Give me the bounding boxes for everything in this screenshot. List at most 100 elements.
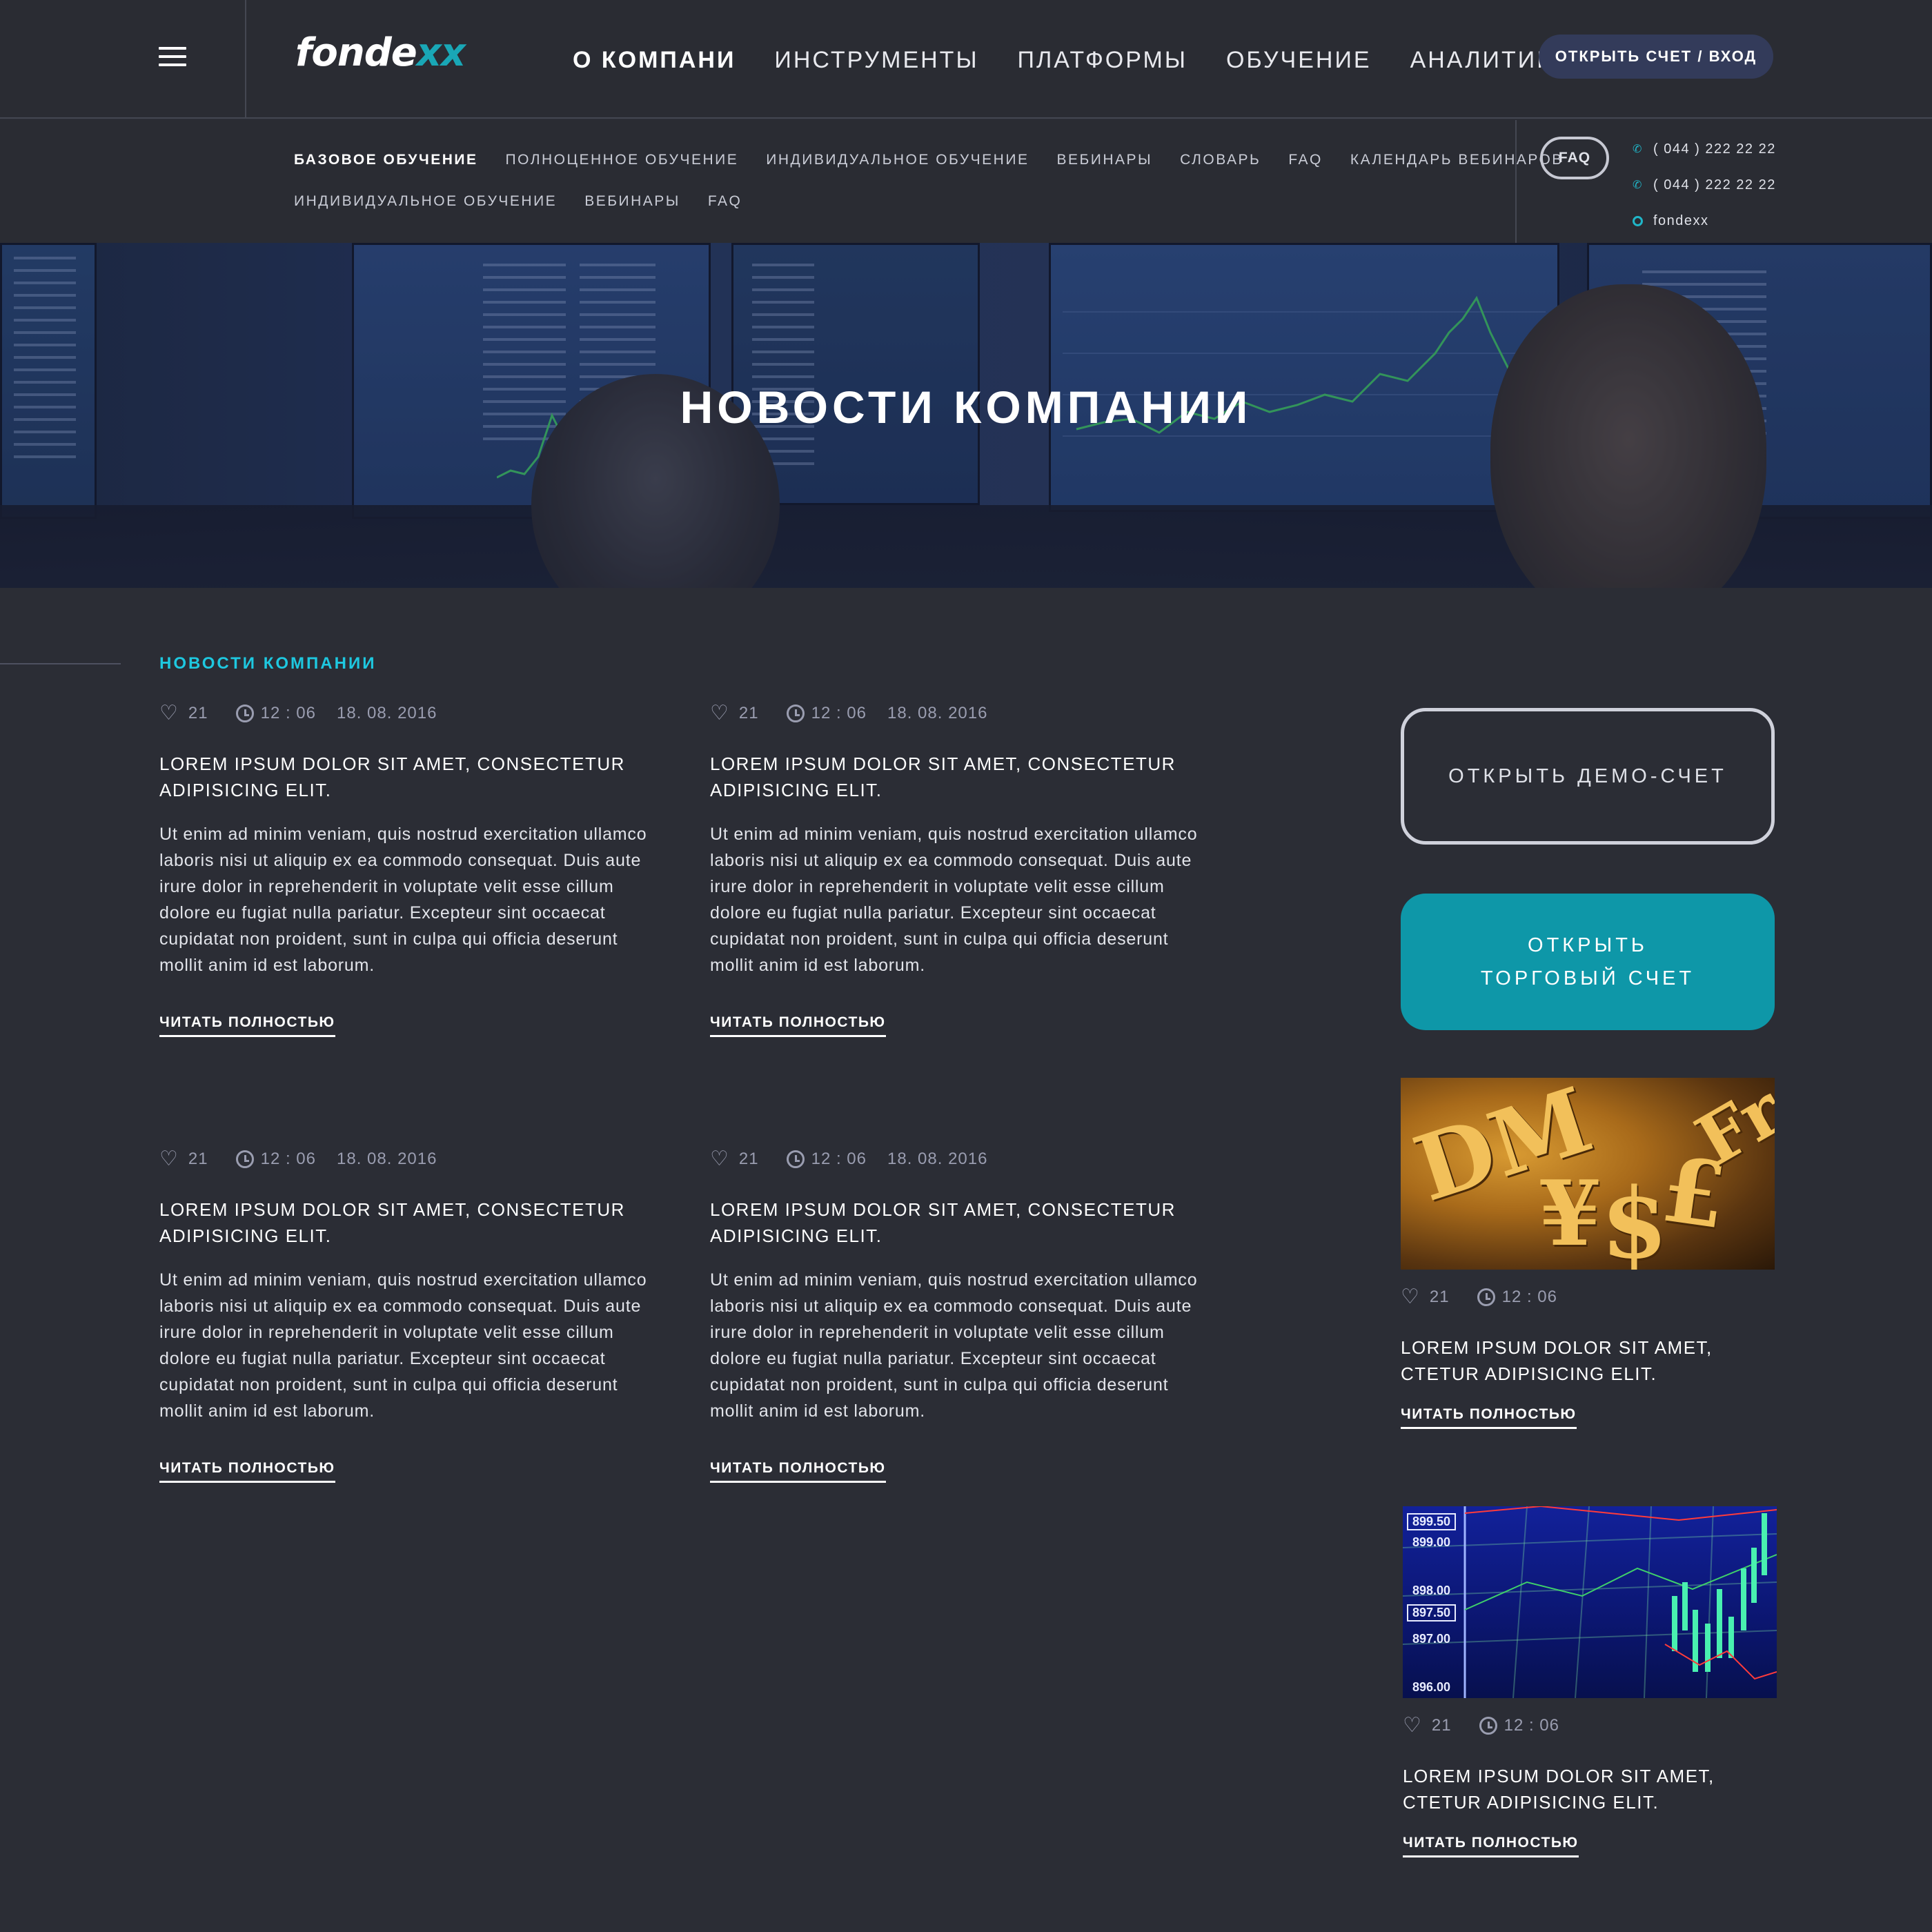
article-card: ♡ 21 12 : 06 18. 08. 2016 LOREM IPSUM DO… bbox=[710, 701, 1207, 1037]
subnav-webinars[interactable]: ВЕБИНАРЫ bbox=[1056, 152, 1152, 168]
subnav-webinar-calendar[interactable]: КАЛЕНДАРЬ ВЕБИНАРОВ bbox=[1350, 152, 1564, 168]
likes-count: 21 bbox=[188, 1150, 208, 1168]
card-time: 12 : 06 bbox=[1504, 1716, 1560, 1735]
phone-icon: ✆ bbox=[1633, 179, 1643, 191]
subnav-individual-education-2[interactable]: ИНДИВИДУАЛЬНОЕ ОБУЧЕНИЕ bbox=[294, 193, 557, 210]
sidebar-news-card: DM ¥ $ £ Fr ♡ 21 12 : 06 LOREM IPSUM DOL… bbox=[1401, 1078, 1775, 1429]
main-nav: О КОМПАНИ ИНСТРУМЕНТЫ ПЛАТФОРМЫ ОБУЧЕНИЕ… bbox=[573, 43, 1609, 77]
heart-icon[interactable]: ♡ bbox=[710, 1149, 729, 1170]
chart-price-label: 897.00 bbox=[1412, 1632, 1451, 1646]
chart-price-label: 899.50 bbox=[1407, 1513, 1457, 1530]
phone-2[interactable]: ✆ ( 044 ) 222 22 22 bbox=[1633, 167, 1776, 203]
read-more-link[interactable]: ЧИТАТЬ ПОЛНОСТЬЮ bbox=[710, 1014, 886, 1037]
heart-icon[interactable]: ♡ bbox=[159, 1149, 179, 1170]
read-more-link[interactable]: ЧИТАТЬ ПОЛНОСТЬЮ bbox=[159, 1460, 335, 1483]
contacts: ✆ ( 044 ) 222 22 22 ✆ ( 044 ) 222 22 22 … bbox=[1633, 131, 1776, 239]
article-card: ♡ 21 12 : 06 18. 08. 2016 LOREM IPSUM DO… bbox=[159, 701, 656, 1037]
article-meta: ♡ 21 12 : 06 18. 08. 2016 bbox=[159, 701, 656, 726]
card-title[interactable]: LOREM IPSUM DOLOR SIT AMET, CTETUR ADIPI… bbox=[1401, 1334, 1775, 1387]
stock-chart-image[interactable]: 899.50 899.00 898.00 897.50 897.00 896.0… bbox=[1403, 1506, 1777, 1698]
logo-text-main: fonde bbox=[295, 30, 417, 75]
article-title[interactable]: LOREM IPSUM DOLOR SIT AMET, CONSECTETUR … bbox=[159, 1196, 656, 1249]
card-title[interactable]: LOREM IPSUM DOLOR SIT AMET, CTETUR ADIPI… bbox=[1403, 1763, 1777, 1815]
heart-icon[interactable]: ♡ bbox=[1401, 1287, 1420, 1308]
phone-1[interactable]: ✆ ( 044 ) 222 22 22 bbox=[1633, 131, 1776, 167]
clock-icon bbox=[786, 704, 805, 722]
chart-price-label: 896.00 bbox=[1412, 1680, 1451, 1694]
article-text: Ut enim ad minim veniam, quis nostrud ex… bbox=[159, 825, 647, 975]
card-time: 12 : 06 bbox=[1501, 1288, 1558, 1306]
article-card: ♡ 21 12 : 06 18. 08. 2016 LOREM IPSUM DO… bbox=[159, 1147, 656, 1483]
open-account-login-button[interactable]: ОТКРЫТЬ СЧЕТ / ВХОД bbox=[1539, 34, 1773, 79]
heart-icon[interactable]: ♡ bbox=[710, 703, 729, 724]
hero-banner: НОВОСТИ КОМПАНИИ bbox=[0, 243, 1932, 588]
article-meta: ♡ 21 12 : 06 18. 08. 2016 bbox=[710, 1147, 1207, 1172]
subnav-row-2: ИНДИВИДУАЛЬНОЕ ОБУЧЕНИЕ ВЕБИНАРЫ FAQ bbox=[294, 193, 769, 210]
nav-item-instruments[interactable]: ИНСТРУМЕНТЫ bbox=[774, 47, 978, 74]
article-text: Ut enim ad minim veniam, quis nostrud ex… bbox=[710, 1270, 1198, 1421]
chart-price-label: 897.50 bbox=[1407, 1604, 1457, 1621]
subnav-faq-2[interactable]: FAQ bbox=[708, 193, 742, 210]
article-meta: ♡ 21 12 : 06 18. 08. 2016 bbox=[710, 701, 1207, 726]
nav-item-education[interactable]: ОБУЧЕНИЕ bbox=[1226, 47, 1372, 74]
subnav-webinars-2[interactable]: ВЕБИНАРЫ bbox=[584, 193, 680, 210]
article-meta: ♡ 21 12 : 06 18. 08. 2016 bbox=[159, 1147, 656, 1172]
read-more-link[interactable]: ЧИТАТЬ ПОЛНОСТЬЮ bbox=[1403, 1835, 1579, 1857]
article-title[interactable]: LOREM IPSUM DOLOR SIT AMET, CONSECTETUR … bbox=[710, 751, 1207, 803]
nav-item-platforms[interactable]: ПЛАТФОРМЫ bbox=[1018, 47, 1187, 74]
read-more-link[interactable]: ЧИТАТЬ ПОЛНОСТЬЮ bbox=[1401, 1406, 1577, 1429]
subnav-basic-education[interactable]: БАЗОВОЕ ОБУЧЕНИЕ bbox=[294, 152, 478, 168]
trade-button-line-2: ТОРГОВЫЙ СЧЕТ bbox=[1480, 967, 1695, 989]
nav-item-company[interactable]: О КОМПАНИ bbox=[573, 47, 736, 74]
subnav-individual-education[interactable]: ИНДИВИДУАЛЬНОЕ ОБУЧЕНИЕ bbox=[766, 152, 1029, 168]
likes-count: 21 bbox=[188, 704, 208, 722]
header-divider bbox=[245, 0, 246, 119]
article-time: 12 : 06 bbox=[811, 1150, 867, 1168]
hero-title: НОВОСТИ КОМПАНИИ bbox=[680, 382, 1252, 433]
open-demo-account-button[interactable]: ОТКРЫТЬ ДЕМО-СЧЕТ bbox=[1401, 708, 1775, 845]
trade-button-line-1: ОТКРЫТЬ bbox=[1528, 934, 1648, 956]
subheader-divider bbox=[1515, 120, 1517, 243]
article-date: 18. 08. 2016 bbox=[887, 1150, 988, 1168]
card-meta: ♡ 21 12 : 06 bbox=[1403, 1713, 1777, 1738]
skype-contact[interactable]: fondexx bbox=[1633, 203, 1776, 239]
top-header: fondexx О КОМПАНИ ИНСТРУМЕНТЫ ПЛАТФОРМЫ … bbox=[0, 0, 1932, 119]
subnav-full-education[interactable]: ПОЛНОЦЕННОЕ ОБУЧЕНИЕ bbox=[506, 152, 739, 168]
article-time: 12 : 06 bbox=[260, 1150, 317, 1168]
article-text: Ut enim ad minim veniam, quis nostrud ex… bbox=[710, 825, 1198, 975]
subnav-row-1: БАЗОВОЕ ОБУЧЕНИЕ ПОЛНОЦЕННОЕ ОБУЧЕНИЕ ИН… bbox=[294, 152, 1591, 168]
clock-icon bbox=[235, 1150, 254, 1168]
article-time: 12 : 06 bbox=[811, 704, 867, 722]
skype-icon bbox=[1633, 215, 1643, 226]
article-date: 18. 08. 2016 bbox=[887, 704, 988, 722]
subnav-glossary[interactable]: СЛОВАРЬ bbox=[1180, 152, 1261, 168]
faq-button[interactable]: FAQ bbox=[1540, 137, 1609, 179]
stock-chart-graphic bbox=[1403, 1506, 1777, 1698]
read-more-link[interactable]: ЧИТАТЬ ПОЛНОСТЬЮ bbox=[159, 1014, 335, 1037]
phone-1-text: ( 044 ) 222 22 22 bbox=[1653, 141, 1776, 157]
clock-icon bbox=[235, 704, 254, 722]
article-date: 18. 08. 2016 bbox=[337, 1150, 437, 1168]
currency-image[interactable]: DM ¥ $ £ Fr bbox=[1401, 1078, 1775, 1270]
article-text: Ut enim ad minim veniam, quis nostrud ex… bbox=[159, 1270, 647, 1421]
clock-icon bbox=[786, 1150, 805, 1168]
heart-icon[interactable]: ♡ bbox=[1403, 1715, 1422, 1736]
article-title[interactable]: LOREM IPSUM DOLOR SIT AMET, CONSECTETUR … bbox=[710, 1196, 1207, 1249]
chart-price-label: 898.00 bbox=[1412, 1584, 1451, 1597]
page: fondexx О КОМПАНИ ИНСТРУМЕНТЫ ПЛАТФОРМЫ … bbox=[0, 0, 1932, 1932]
clock-icon bbox=[1477, 1288, 1495, 1306]
section-title: НОВОСТИ КОМПАНИИ bbox=[159, 654, 377, 673]
skype-text: fondexx bbox=[1653, 213, 1709, 228]
subnav-faq[interactable]: FAQ bbox=[1288, 152, 1323, 168]
section-line bbox=[0, 663, 121, 664]
menu-icon[interactable] bbox=[159, 47, 186, 68]
article-title[interactable]: LOREM IPSUM DOLOR SIT AMET, CONSECTETUR … bbox=[159, 751, 656, 803]
logo[interactable]: fondexx bbox=[295, 29, 466, 77]
heart-icon[interactable]: ♡ bbox=[159, 703, 179, 724]
currency-symbol: $ bbox=[1601, 1167, 1668, 1270]
read-more-link[interactable]: ЧИТАТЬ ПОЛНОСТЬЮ bbox=[710, 1460, 886, 1483]
card-meta: ♡ 21 12 : 06 bbox=[1401, 1285, 1775, 1310]
sidebar-news-card: 899.50 899.00 898.00 897.50 897.00 896.0… bbox=[1403, 1506, 1777, 1857]
open-trading-account-button[interactable]: ОТКРЫТЬ ТОРГОВЫЙ СЧЕТ bbox=[1401, 894, 1775, 1030]
logo-text-accent: xx bbox=[416, 30, 466, 75]
